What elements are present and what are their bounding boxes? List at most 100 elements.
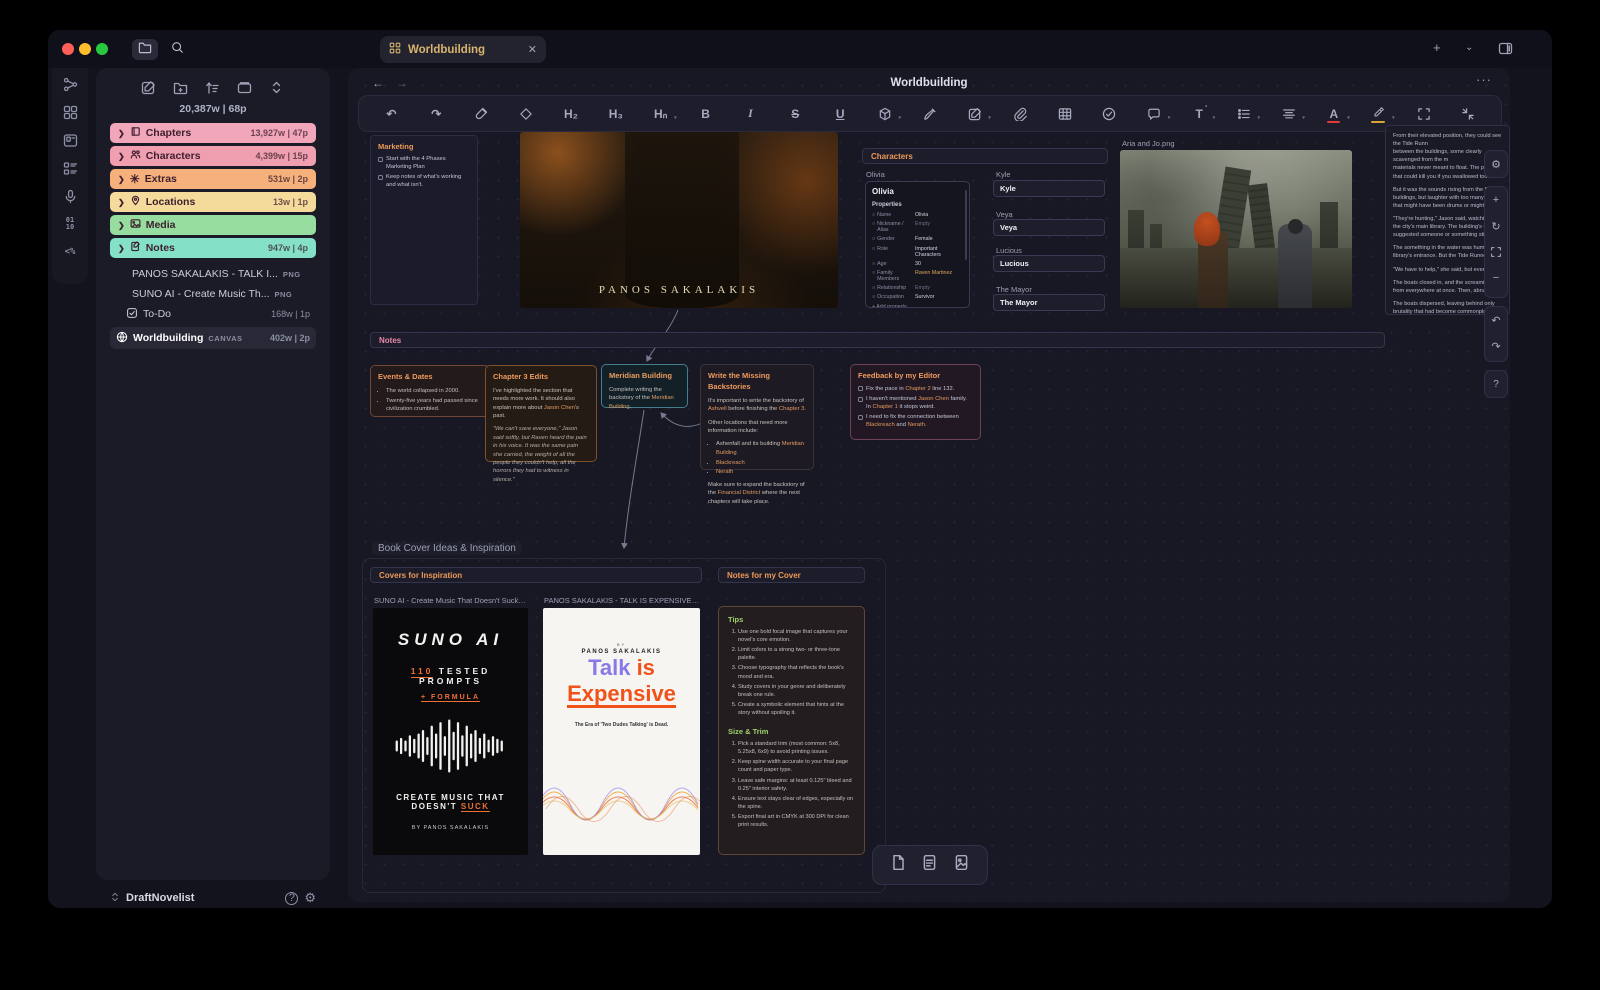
notes-section-header[interactable]: Notes — [370, 332, 1385, 348]
sidebar-section-locations[interactable]: ❯ Locations 13w | 1p — [110, 192, 316, 212]
property-row[interactable]: ≡Nickname / AliasEmpty — [872, 221, 963, 233]
flow-icon[interactable] — [62, 76, 78, 92]
image-document-icon[interactable] — [953, 854, 970, 876]
close-tab-icon[interactable]: ✕ — [528, 43, 537, 56]
veya-character-card[interactable]: Veya — [993, 219, 1105, 236]
tab-list-chevron-icon[interactable]: ⌄ — [1465, 42, 1473, 53]
zoom-in-icon[interactable]: + — [1485, 187, 1507, 213]
right-sidebar-toggle-icon[interactable] — [1498, 41, 1513, 59]
more-options-icon[interactable]: ··· — [1476, 72, 1492, 87]
heading3-icon[interactable]: H₃ — [605, 103, 627, 125]
comment-icon[interactable]: ▾ — [1143, 103, 1165, 125]
redo-icon[interactable]: ↷ — [425, 103, 447, 125]
marketing-note[interactable]: Marketing Start with the 4 Phases Market… — [370, 135, 478, 305]
expand-icon[interactable] — [1413, 103, 1435, 125]
note-events-dates[interactable]: Events & Dates The world collapsed in 20… — [370, 365, 490, 417]
lucious-character-card[interactable]: Lucious — [993, 255, 1105, 272]
olivia-character-card[interactable]: Olivia Properties ≡NameOlivia ≡Nickname … — [865, 181, 970, 308]
card-view-icon[interactable] — [62, 132, 78, 148]
table-icon[interactable] — [1054, 103, 1076, 125]
file-row-todo[interactable]: To-Do 168w | 1p — [110, 304, 316, 324]
property-row[interactable]: ≡RoleImportant Characters — [872, 246, 963, 258]
dashboard-grid-icon[interactable] — [62, 104, 78, 120]
sidebar-section-chapters[interactable]: ❯ Chapters 13,927w | 47p — [110, 123, 316, 143]
property-row[interactable]: ≡GenderFemale — [872, 236, 963, 242]
expand-collapse-icon[interactable] — [269, 80, 285, 96]
checkbox[interactable] — [378, 175, 383, 180]
characters-section-header[interactable]: Characters — [862, 148, 1108, 164]
todo-item[interactable]: Keep notes of what's working and what is… — [378, 174, 470, 189]
note-editor-feedback[interactable]: Feedback by my Editor Fix the pace in Ch… — [850, 364, 981, 440]
notes-for-cover-header[interactable]: Notes for my Cover — [718, 567, 865, 583]
cover-tips-note[interactable]: Tips Use one bold focal image that captu… — [718, 606, 865, 855]
heading-n-icon[interactable]: Hₙ▾ — [650, 103, 672, 125]
block-type-cube-icon[interactable]: ▾ — [874, 103, 896, 125]
strikethrough-icon[interactable]: S — [784, 103, 806, 125]
sort-ascending-icon[interactable] — [205, 80, 221, 96]
align-icon[interactable]: ▾ — [1278, 103, 1300, 125]
window-stack-icon[interactable] — [237, 80, 253, 96]
canvas-area[interactable]: ← → Worldbuilding ··· ↶ ↷ H₂ H₃ Hₙ▾ B I … — [348, 68, 1510, 902]
note-edit-icon[interactable]: ▾ — [964, 103, 986, 125]
text-document-icon[interactable] — [921, 854, 938, 876]
new-page-icon[interactable] — [890, 854, 907, 876]
book-cover-section-title[interactable]: Book Cover Ideas & Inspiration — [372, 542, 522, 555]
microphone-icon[interactable] — [62, 188, 78, 204]
chevron-right-icon[interactable]: ❯ — [118, 152, 125, 161]
task-check-icon[interactable] — [1098, 103, 1120, 125]
eraser-icon[interactable] — [515, 103, 537, 125]
checkbox[interactable] — [858, 397, 863, 402]
workspace-switcher-icon[interactable] — [110, 891, 120, 906]
undo-icon[interactable]: ↶ — [380, 103, 402, 125]
panos-cover-image[interactable]: PANOS SAKALAKIS — [520, 132, 838, 308]
heading2-icon[interactable]: H₂ — [560, 103, 582, 125]
settings-gear-icon[interactable]: ⚙ — [304, 890, 316, 906]
checklist-icon[interactable] — [62, 160, 78, 176]
pen-icon[interactable] — [919, 103, 941, 125]
file-row-panos-png[interactable]: PANOS SAKALAKIS - TALK I... PNG — [110, 264, 316, 284]
todo-item[interactable]: I haven't mentioned Jason Chen family. I… — [858, 396, 973, 411]
help-icon[interactable]: ? — [285, 892, 298, 905]
chevron-right-icon[interactable]: ❯ — [118, 221, 125, 230]
suno-cover-image[interactable]: SUNO AI 110 TESTED PROMPTS + FORMULA CRE… — [373, 608, 528, 855]
chevron-right-icon[interactable]: ❯ — [118, 175, 125, 184]
property-row[interactable]: ≡OccupationSurvivor — [872, 294, 963, 300]
collapse-layout-icon[interactable] — [1457, 103, 1479, 125]
search-button[interactable] — [166, 39, 188, 60]
zoom-out-icon[interactable]: − — [1485, 265, 1507, 291]
todo-item[interactable]: Fix the pace in Chapter 2 line 132. — [858, 386, 973, 394]
gear-icon[interactable]: ⚙ — [1485, 151, 1507, 177]
property-row[interactable]: ≡NameOlivia — [872, 212, 963, 218]
checkbox[interactable] — [858, 386, 863, 391]
text-style-icon[interactable]: T°▾ — [1188, 103, 1210, 125]
kyle-character-card[interactable]: Kyle — [993, 180, 1105, 197]
fit-view-icon[interactable] — [1485, 239, 1507, 265]
underline-icon[interactable]: U — [829, 103, 851, 125]
property-row[interactable]: ≡RelationshipEmpty — [872, 285, 963, 291]
font-color-icon[interactable]: A▾ — [1323, 103, 1345, 125]
new-tab-button[interactable]: + — [1433, 40, 1441, 55]
talk-is-expensive-cover-image[interactable]: BY PANOS SAKALAKIS Talk is Expensive The… — [543, 608, 700, 855]
new-folder-icon[interactable] — [173, 80, 189, 96]
add-property-button[interactable]: + Add property — [872, 304, 963, 309]
sidebar-section-notes[interactable]: ❯ Notes 947w | 4p — [110, 238, 316, 258]
sidebar-section-characters[interactable]: ❯ Characters 4,399w | 15p — [110, 146, 316, 166]
note-chapter3-edits[interactable]: Chapter 3 Edits I've highlighted the sec… — [485, 365, 597, 462]
bold-icon[interactable]: B — [695, 103, 717, 125]
file-row-suno-png[interactable]: SUNO AI - Create Music Th... PNG — [110, 284, 316, 304]
chevron-right-icon[interactable]: ❯ — [118, 244, 125, 253]
aria-and-jo-image[interactable] — [1120, 150, 1352, 308]
bullet-list-icon[interactable]: ▾ — [1233, 103, 1255, 125]
covers-inspiration-header[interactable]: Covers for Inspiration — [370, 567, 702, 583]
files-button[interactable] — [132, 39, 158, 60]
binary-icon[interactable]: 0110 — [62, 216, 78, 232]
format-paint-icon[interactable] — [470, 103, 492, 125]
attachment-icon[interactable] — [1009, 103, 1031, 125]
close-window-button[interactable] — [62, 43, 74, 55]
file-row-worldbuilding-selected[interactable]: Worldbuilding CANVAS 402w | 2p — [110, 327, 316, 349]
card-scrollbar[interactable] — [965, 190, 967, 260]
redo-icon[interactable]: ↷ — [1485, 333, 1507, 359]
mayor-character-card[interactable]: The Mayor — [993, 294, 1105, 311]
highlight-icon[interactable]: ▾ — [1368, 103, 1390, 125]
checkbox[interactable] — [858, 415, 863, 420]
